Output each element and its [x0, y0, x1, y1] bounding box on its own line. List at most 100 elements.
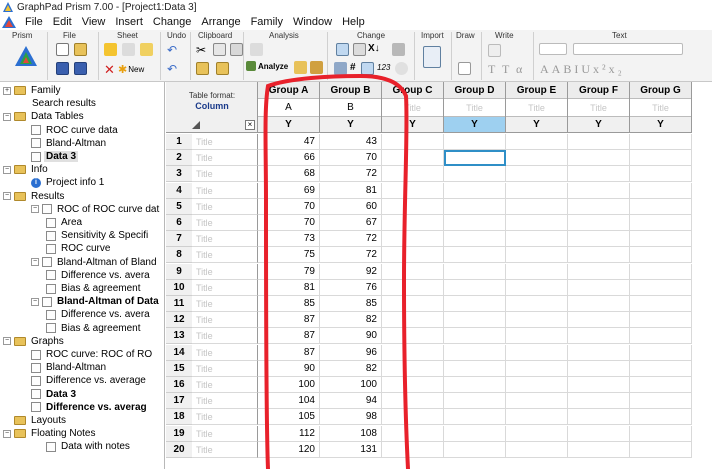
column-name[interactable]: Group A	[258, 82, 319, 99]
data-cell[interactable]	[506, 182, 568, 199]
column-title[interactable]: A	[258, 99, 319, 117]
column-name[interactable]: Group F	[568, 82, 629, 99]
data-cell[interactable]: 82	[320, 360, 382, 377]
menu-file[interactable]: File	[20, 16, 48, 28]
data-cell[interactable]	[382, 377, 444, 393]
data-cell[interactable]: 79	[258, 263, 320, 280]
data-cell[interactable]: 69	[258, 182, 320, 199]
data-cell[interactable]	[444, 198, 506, 215]
data-cell[interactable]	[568, 134, 630, 150]
data-cell[interactable]: 90	[258, 360, 320, 377]
data-cell[interactable]	[568, 441, 630, 458]
nav-item[interactable]: Layouts	[14, 414, 68, 427]
data-cell[interactable]	[444, 441, 506, 458]
data-cell[interactable]	[444, 231, 506, 248]
change-graph-button[interactable]	[336, 43, 349, 56]
data-cell[interactable]	[568, 360, 630, 377]
font-size-select[interactable]	[539, 43, 567, 55]
data-cell[interactable]: 94	[320, 393, 382, 410]
row-number[interactable]: 17	[166, 393, 192, 410]
column-header-group-d[interactable]: Group D Title Y	[444, 82, 506, 133]
data-cell[interactable]	[444, 247, 506, 264]
columns-button[interactable]	[361, 62, 374, 75]
data-cell[interactable]: 98	[320, 409, 382, 426]
prism-menu-icon[interactable]	[2, 16, 16, 28]
data-cell[interactable]	[382, 166, 444, 183]
column-name[interactable]: Group B	[320, 82, 381, 99]
nav-item[interactable]: − Bland-Altman of Data	[31, 295, 161, 308]
new-file-button[interactable]	[56, 43, 69, 56]
row-number[interactable]: 8	[166, 247, 192, 264]
data-cell[interactable]	[382, 150, 444, 167]
data-cell[interactable]: 76	[320, 279, 382, 296]
data-cell[interactable]: 82	[320, 312, 382, 329]
save-button[interactable]	[56, 62, 69, 75]
data-cell[interactable]	[382, 441, 444, 458]
row-title-cell[interactable]: Title	[192, 296, 258, 312]
menu-edit[interactable]: Edit	[48, 16, 77, 28]
column-title[interactable]: Title	[568, 99, 629, 117]
data-cell[interactable]	[382, 215, 444, 231]
row-number[interactable]: 1	[166, 134, 192, 150]
format-button[interactable]	[334, 62, 347, 75]
menu-view[interactable]: View	[77, 16, 111, 28]
data-cell[interactable]	[506, 247, 568, 264]
column-header-group-b[interactable]: Group BBY	[320, 82, 382, 133]
collapse-icon[interactable]: −	[3, 192, 11, 201]
data-cell[interactable]	[630, 231, 692, 248]
column-title[interactable]: Title	[444, 99, 505, 117]
data-cell[interactable]: 100	[320, 377, 382, 393]
row-title-cell[interactable]: Title	[192, 150, 258, 167]
data-cell[interactable]: 43	[320, 134, 382, 150]
data-cell[interactable]	[506, 263, 568, 280]
new-sheet-button[interactable]: ✱ New	[118, 63, 144, 76]
row-title-cell[interactable]: Title	[192, 231, 258, 248]
row-title-cell[interactable]: Title	[192, 182, 258, 199]
data-cell[interactable]	[630, 182, 692, 199]
row-title-cell[interactable]: Title	[192, 360, 258, 377]
data-cell[interactable]	[568, 377, 630, 393]
data-cell[interactable]	[506, 279, 568, 296]
row-number[interactable]: 3	[166, 166, 192, 183]
column-header-group-f[interactable]: Group F Title Y	[568, 82, 630, 133]
column-name[interactable]: Group D	[444, 82, 505, 99]
data-cell[interactable]: 47	[258, 134, 320, 150]
row-title-cell[interactable]: Title	[192, 166, 258, 183]
data-cell[interactable]	[568, 344, 630, 361]
nav-item[interactable]: Data 3	[31, 150, 79, 163]
row-title-cell[interactable]: Title	[192, 393, 258, 410]
data-cell[interactable]	[568, 393, 630, 410]
data-cell[interactable]: 87	[258, 328, 320, 345]
data-cell[interactable]: 67	[320, 215, 382, 231]
row-title-cell[interactable]: Title	[192, 328, 258, 345]
menu-insert[interactable]: Insert	[110, 16, 148, 28]
data-cell[interactable]	[506, 312, 568, 329]
greek-button[interactable]: α	[516, 62, 522, 77]
data-cell[interactable]: 120	[258, 441, 320, 458]
data-cell[interactable]	[444, 425, 506, 442]
row-title-cell[interactable]: Title	[192, 279, 258, 296]
data-cell[interactable]	[506, 360, 568, 377]
data-cell[interactable]	[382, 312, 444, 329]
wand-button[interactable]	[310, 61, 323, 74]
import-button[interactable]	[423, 46, 441, 68]
data-cell[interactable]	[568, 247, 630, 264]
row-title-cell[interactable]: Title	[192, 134, 258, 150]
sheet-pin-button[interactable]	[140, 43, 153, 56]
data-cell[interactable]	[506, 166, 568, 183]
data-cell[interactable]	[382, 409, 444, 426]
data-cell[interactable]	[382, 263, 444, 280]
data-cell[interactable]	[630, 441, 692, 458]
column-title[interactable]: Title	[382, 99, 443, 117]
x-column-toggle[interactable]: ×	[245, 120, 255, 130]
data-cell[interactable]	[382, 247, 444, 264]
sheet-tool-button[interactable]	[122, 43, 135, 56]
data-cell[interactable]	[444, 279, 506, 296]
data-cell[interactable]	[382, 231, 444, 248]
data-cell[interactable]	[506, 393, 568, 410]
menu-change[interactable]: Change	[148, 16, 197, 28]
fill-color-button[interactable]	[392, 43, 405, 56]
data-cell[interactable]: 131	[320, 441, 382, 458]
nav-item[interactable]: Difference vs. avera	[46, 269, 152, 282]
data-cell[interactable]	[444, 344, 506, 361]
